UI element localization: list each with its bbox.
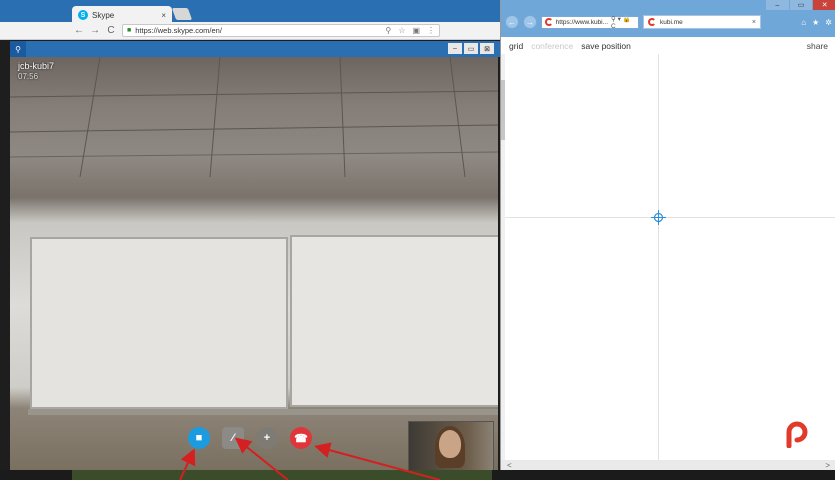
chrome-tab-skype[interactable]: S Skype × — [72, 6, 172, 22]
kubi-control-grid[interactable] — [501, 54, 835, 460]
menu-conference[interactable]: conference — [531, 41, 573, 51]
tab-close-icon[interactable]: × — [161, 11, 166, 20]
back-icon[interactable]: ← — [74, 25, 84, 36]
video-toggle-button[interactable]: ■ — [188, 427, 210, 449]
microphone-muted-icon: ⁄ — [232, 432, 234, 444]
plus-icon: + — [263, 432, 271, 444]
close-icon[interactable]: ✕ — [813, 0, 835, 10]
menu-grid[interactable]: grid — [509, 40, 524, 56]
skype-header-bar — [10, 41, 500, 57]
address-controls[interactable]: ⚲ ▾ 🔒 C — [611, 15, 635, 30]
gear-icon[interactable]: ✲ — [825, 18, 832, 27]
extension-icon[interactable]: ▣ — [412, 26, 420, 35]
whiteboard-right — [290, 235, 498, 407]
phone-hangup-icon: ☎ — [294, 432, 308, 445]
self-view-person-face — [439, 430, 461, 458]
menu-grid-label: grid — [509, 40, 524, 51]
ceiling-tiles — [10, 57, 498, 177]
video-camera-icon: ■ — [195, 432, 203, 444]
marker-tray — [28, 409, 498, 415]
back-icon[interactable]: ← — [505, 15, 519, 29]
kubi-favicon-icon — [648, 18, 656, 26]
whiteboard-left — [30, 237, 288, 409]
browser-window-controls: – ▭ ✕ — [766, 0, 835, 10]
hang-up-button[interactable]: ☎ — [290, 427, 312, 449]
horizontal-scrollbar[interactable]: < > — [501, 460, 835, 470]
minimize-icon[interactable]: – — [448, 43, 462, 54]
call-timer: 07:56 — [18, 72, 39, 81]
star-icon[interactable]: ☆ — [398, 26, 405, 35]
reload-icon[interactable]: C — [106, 25, 116, 36]
star-icon[interactable]: ★ — [812, 18, 819, 27]
address-url: https://web.skype.com/en/ — [135, 26, 222, 35]
close-icon[interactable]: ⊠ — [480, 43, 494, 54]
menu-save-position[interactable]: save position — [581, 41, 631, 51]
maximize-icon[interactable]: ▭ — [789, 0, 813, 10]
grid-vertical-axis — [658, 54, 659, 460]
address-bar[interactable]: https://www.kubi... ⚲ ▾ 🔒 C — [541, 15, 639, 30]
tab-close-icon[interactable]: × — [752, 19, 756, 26]
home-icon[interactable]: ⌂ — [801, 18, 806, 27]
chrome-window: S Skype × ← → C ■ https://web.skype.com/… — [0, 0, 500, 470]
address-url: https://www.kubi... — [555, 18, 609, 26]
vertical-scroll-thumb[interactable] — [501, 80, 505, 140]
minimize-icon[interactable]: – — [766, 0, 789, 10]
chrome-toolbar: ← → C ■ https://web.skype.com/en/ ⚲ ☆ ▣ … — [0, 22, 500, 40]
contact-name: jcb-kubi7 — [18, 61, 55, 71]
menu-share[interactable]: share — [807, 41, 828, 51]
self-view-video[interactable] — [408, 421, 494, 470]
taskbar-items[interactable] — [72, 470, 492, 480]
browser-toolbar-icons: ⌂ ★ ✲ — [801, 18, 832, 27]
skype-menu-icon[interactable]: ⚲ — [10, 41, 26, 57]
crosshair-target-icon[interactable] — [651, 210, 666, 225]
browser-tab-kubi[interactable]: kubi.me × — [643, 15, 761, 29]
key-icon[interactable]: ⚲ — [385, 26, 391, 35]
kubi-logo-icon — [786, 421, 808, 448]
forward-icon[interactable]: → — [90, 25, 100, 36]
remote-video: jcb-kubi7 07:56 ■ ⁄ + ☎ — [10, 57, 498, 470]
address-bar[interactable]: ■ https://web.skype.com/en/ ⚲ ☆ ▣ ⋮ — [122, 24, 440, 37]
scroll-left-icon[interactable]: < — [507, 461, 512, 470]
kubi-favicon-icon — [545, 18, 553, 26]
scroll-right-icon[interactable]: > — [825, 461, 830, 470]
browser-nav-row: ← → https://www.kubi... ⚲ ▾ 🔒 C kubi.me … — [505, 14, 832, 30]
kubi-browser-window: – ▭ ✕ ← → https://www.kubi... ⚲ ▾ 🔒 C ku… — [500, 0, 835, 470]
skype-window-controls: – ▭ ⊠ — [448, 43, 494, 54]
chrome-tab-title: Skype — [92, 10, 115, 20]
forward-icon[interactable]: → — [523, 15, 537, 29]
browser-tab-title: kubi.me — [660, 18, 683, 26]
lock-icon: ■ — [127, 27, 132, 34]
grid-horizontal-axis — [501, 217, 835, 218]
mute-microphone-button[interactable]: ⁄ — [222, 427, 244, 449]
maximize-icon[interactable]: ▭ — [464, 43, 478, 54]
kubi-menu-bar: grid conference save position share — [501, 37, 835, 56]
menu-icon[interactable]: ⋮ — [427, 26, 435, 35]
skype-icon: S — [78, 10, 88, 20]
add-participant-button[interactable]: + — [256, 427, 278, 449]
